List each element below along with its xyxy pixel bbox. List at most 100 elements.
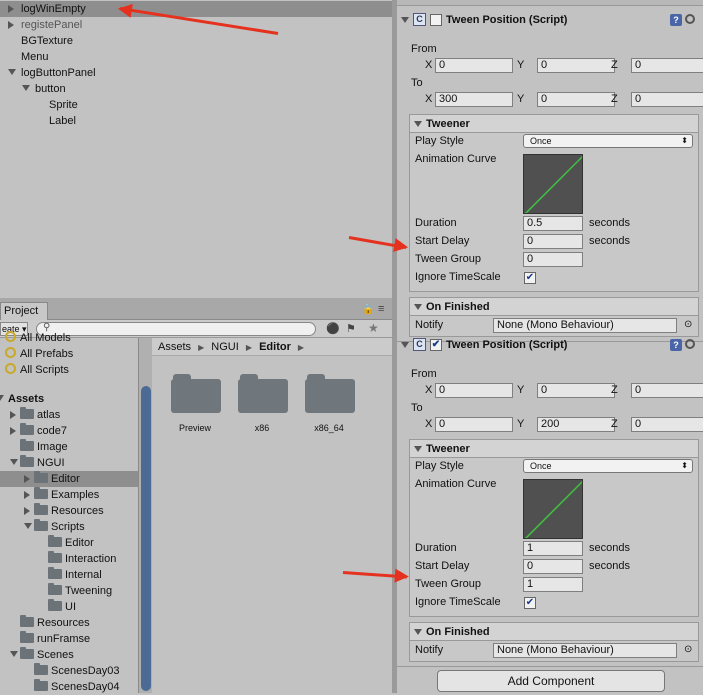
menu-icon[interactable]: ≡ — [378, 303, 384, 315]
to-x-field[interactable]: 300 — [435, 92, 513, 107]
add-component-button[interactable]: Add Component — [437, 670, 665, 692]
from-y-field[interactable]: 0 — [537, 383, 615, 398]
filter-type-icon[interactable]: ⚫ — [326, 322, 340, 335]
collapsed-arrow-icon[interactable] — [8, 21, 14, 29]
to-z-field[interactable]: 0 — [631, 92, 703, 107]
collapsed-arrow-icon[interactable] — [10, 411, 16, 419]
hierarchy-item[interactable]: logWinEmpty — [0, 1, 392, 17]
to-y-field[interactable]: 0 — [537, 92, 615, 107]
expanded-arrow-icon[interactable] — [10, 651, 18, 657]
on-finished-header[interactable]: On Finished — [410, 298, 698, 316]
from-x-field[interactable]: 0 — [435, 383, 513, 398]
start-delay-field[interactable]: 0 — [523, 559, 583, 574]
favorite-item[interactable]: All Scripts — [5, 362, 69, 378]
ignore-timescale-checkbox[interactable]: ✔ — [524, 597, 536, 609]
hierarchy-item[interactable]: Sprite — [0, 97, 392, 113]
ignore-timescale-checkbox[interactable]: ✔ — [524, 272, 536, 284]
favorite-star-icon[interactable]: ★ — [368, 321, 379, 335]
from-z-field[interactable]: 0 — [631, 58, 703, 73]
collapsed-arrow-icon[interactable] — [24, 507, 30, 515]
tree-item[interactable]: Image — [0, 439, 138, 455]
tree-item[interactable]: NGUI — [0, 455, 138, 471]
expanded-arrow-icon[interactable] — [401, 17, 409, 23]
help-icon[interactable]: ? — [670, 339, 682, 351]
object-picker-icon[interactable]: ⊙ — [684, 644, 692, 655]
object-picker-icon[interactable]: ⊙ — [684, 319, 692, 330]
tween-group-field[interactable]: 1 — [523, 577, 583, 592]
to-y-field[interactable]: 200 — [537, 417, 615, 432]
hierarchy-item[interactable]: Menu — [0, 49, 392, 65]
notify-object-field[interactable]: None (Mono Behaviour) — [493, 643, 677, 658]
animation-curve-field[interactable] — [523, 479, 583, 539]
component-header[interactable]: C ✔ Tween Position (Script)? — [397, 335, 703, 355]
tween-group-field[interactable]: 0 — [523, 252, 583, 267]
tree-item[interactable]: Editor — [0, 471, 138, 487]
expanded-arrow-icon[interactable] — [401, 342, 409, 348]
hierarchy-item[interactable]: logButtonPanel — [0, 65, 392, 81]
to-x-field[interactable]: 0 — [435, 417, 513, 432]
component-header[interactable]: C Tween Position (Script)? — [397, 10, 703, 30]
expanded-arrow-icon[interactable] — [414, 121, 422, 128]
tree-item[interactable]: atlas — [0, 407, 138, 423]
hierarchy-item[interactable]: Label — [0, 113, 392, 129]
hierarchy-item[interactable]: button — [0, 81, 392, 97]
folder-icon[interactable] — [171, 373, 221, 413]
tree-item[interactable]: Editor — [0, 535, 138, 551]
tweener-header[interactable]: Tweener — [410, 440, 698, 458]
expanded-arrow-icon[interactable] — [0, 395, 4, 401]
tree-item[interactable]: Scenes — [0, 647, 138, 663]
favorite-item[interactable]: All Models — [5, 330, 71, 346]
tab-project[interactable]: Project — [0, 302, 48, 320]
notify-object-field[interactable]: None (Mono Behaviour) — [493, 318, 677, 333]
tree-item[interactable]: ScenesDay03 — [0, 663, 138, 679]
tree-item[interactable]: Tweening — [0, 583, 138, 599]
filter-label-icon[interactable]: ⚑ — [346, 322, 356, 335]
lock-icon[interactable]: 🔒 — [362, 304, 374, 315]
expanded-arrow-icon[interactable] — [414, 446, 422, 453]
component-enabled-checkbox[interactable] — [430, 14, 442, 26]
tree-item[interactable]: UI — [0, 599, 138, 615]
folder-icon[interactable] — [238, 373, 288, 413]
collapsed-arrow-icon[interactable] — [24, 475, 30, 483]
to-z-field[interactable]: 0 — [631, 417, 703, 432]
collapsed-arrow-icon[interactable] — [8, 5, 14, 13]
on-finished-header[interactable]: On Finished — [410, 623, 698, 641]
tree-item[interactable]: Internal — [0, 567, 138, 583]
tree-item[interactable]: Scripts — [0, 519, 138, 535]
expanded-arrow-icon[interactable] — [8, 69, 16, 75]
expanded-arrow-icon[interactable] — [414, 629, 422, 636]
play-style-dropdown[interactable]: Once ⬍ — [523, 134, 693, 148]
tree-item[interactable]: Assets — [0, 391, 138, 407]
duration-field[interactable]: 1 — [523, 541, 583, 556]
collapsed-arrow-icon[interactable] — [10, 427, 16, 435]
component-enabled-checkbox[interactable]: ✔ — [430, 339, 442, 351]
tree-item[interactable]: Resources — [0, 503, 138, 519]
expanded-arrow-icon[interactable] — [22, 85, 30, 91]
folder-icon[interactable] — [305, 373, 355, 413]
breadcrumb-item-current[interactable]: Editor — [259, 341, 291, 353]
scrollbar-thumb[interactable] — [141, 386, 151, 691]
tree-item[interactable]: runFramse — [0, 631, 138, 647]
collapsed-arrow-icon[interactable] — [24, 491, 30, 499]
expanded-arrow-icon[interactable] — [414, 304, 422, 311]
tree-item[interactable]: Resources — [0, 615, 138, 631]
from-x-field[interactable]: 0 — [435, 58, 513, 73]
from-z-field[interactable]: 0 — [631, 383, 703, 398]
hierarchy-item[interactable]: BGTexture — [0, 33, 392, 49]
help-icon[interactable]: ? — [670, 14, 682, 26]
favorite-item[interactable]: All Prefabs — [5, 346, 73, 362]
play-style-dropdown[interactable]: Once ⬍ — [523, 459, 693, 473]
tree-item[interactable]: Examples — [0, 487, 138, 503]
duration-field[interactable]: 0.5 — [523, 216, 583, 231]
gear-icon[interactable] — [685, 14, 695, 24]
from-y-field[interactable]: 0 — [537, 58, 615, 73]
gear-icon[interactable] — [685, 339, 695, 349]
expanded-arrow-icon[interactable] — [24, 523, 32, 529]
search-input[interactable]: ⚲ — [36, 322, 316, 336]
breadcrumb-item[interactable]: Assets — [158, 341, 191, 353]
tree-item[interactable]: code7 — [0, 423, 138, 439]
project-tree-scrollbar[interactable] — [138, 338, 152, 693]
start-delay-field[interactable]: 0 — [523, 234, 583, 249]
expanded-arrow-icon[interactable] — [10, 459, 18, 465]
breadcrumb-item[interactable]: NGUI — [211, 341, 239, 353]
